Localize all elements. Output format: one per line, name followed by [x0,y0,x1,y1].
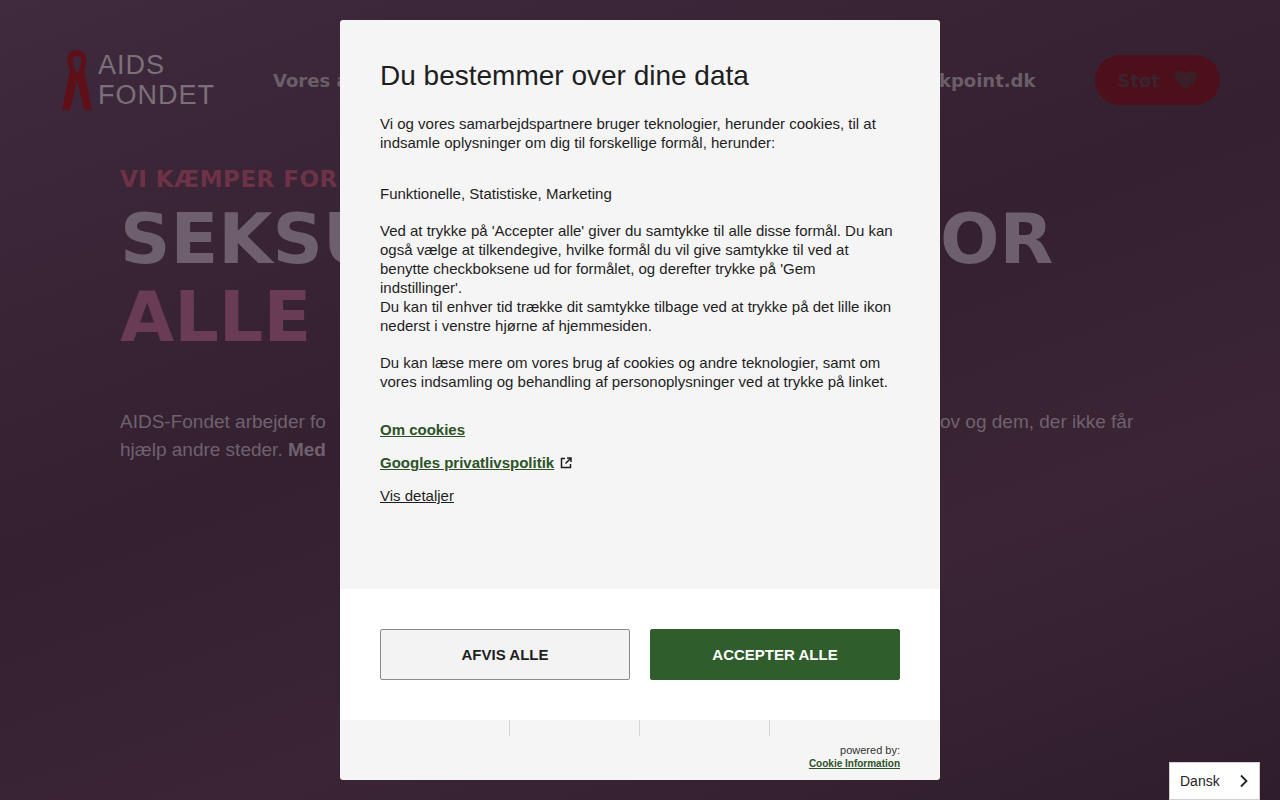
logo[interactable]: AIDSFONDET [60,48,215,112]
cookie-modal: Du bestemmer over dine data Vi og vores s… [340,20,940,780]
modal-link[interactable]: Googles privatlivspolitik [380,454,572,471]
modal-link[interactable]: Om cookies [380,421,465,438]
powered-by: powered by: [840,744,900,757]
modal-link[interactable]: Vis detaljer [380,487,454,504]
modal-purposes: Funktionelle, Statistiske, Marketing [380,184,900,203]
logo-line: AIDS [98,50,215,80]
donate-button[interactable]: Støt [1095,55,1220,105]
hidden-tabs [380,720,900,736]
logo-line: FONDET [98,80,215,110]
chevron-right-icon [1239,774,1249,788]
consent-button[interactable]: ACCEPTER ALLE [650,629,900,680]
ribbon-icon [60,48,94,112]
page: AIDSFONDETVores arkpoint.dkStøtVI KÆMPER… [0,0,1280,800]
heart-icon [1174,69,1198,91]
modal-intro: Vi og vores samarbejdspartnere bruger te… [380,114,900,152]
brand-link[interactable]: Cookie Information [809,757,900,770]
consent-button[interactable]: AFVIS ALLE [380,629,630,680]
modal-read-more: Du kan læse mere om vores brug af cookie… [380,353,900,391]
external-link-icon [560,457,572,469]
modal-consent: Ved at trykke på 'Accepter alle' giver d… [380,221,900,335]
nav-item[interactable]: kpoint.dk [939,70,1036,91]
language-selector[interactable]: Dansk [1169,762,1260,800]
modal-title: Du bestemmer over dine data [380,58,900,94]
